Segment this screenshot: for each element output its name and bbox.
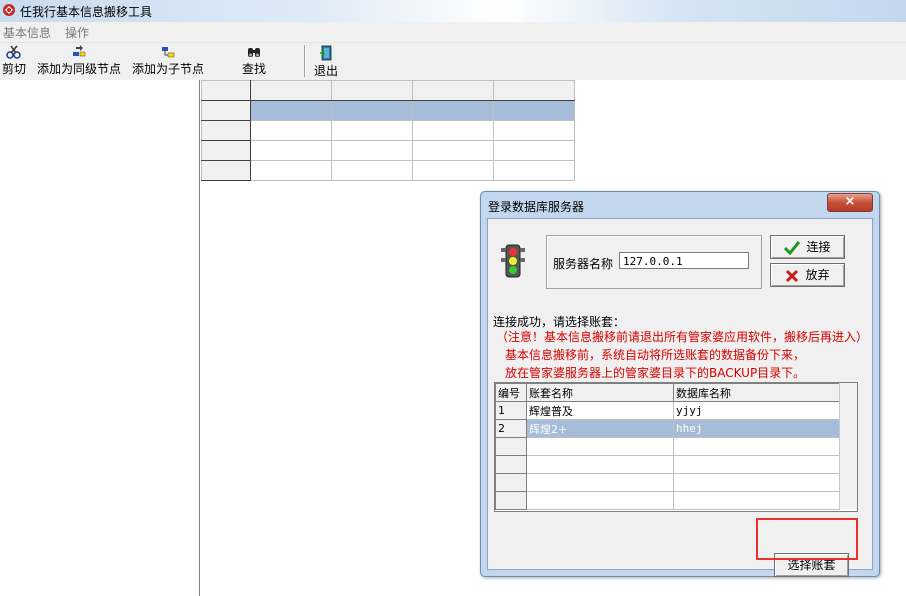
grid-cell[interactable] xyxy=(331,100,413,121)
grid-cell[interactable] xyxy=(412,160,494,181)
add-sibling-node-icon xyxy=(73,45,86,57)
row-num: 1 xyxy=(495,401,527,420)
warning-line-3: 放在管家婆服务器上的管家婆目录下的BACKUP目录下。 xyxy=(505,366,806,380)
grid-header-cell[interactable] xyxy=(493,80,575,101)
grid-cell[interactable] xyxy=(250,120,332,141)
vertical-scrollbar[interactable] xyxy=(839,383,857,509)
select-account-label: 选择账套 xyxy=(787,558,836,572)
traffic-light-icon xyxy=(501,244,525,278)
add-child-node-button[interactable]: 添加为子节点 xyxy=(132,45,204,77)
table-row[interactable]: 1 辉煌普及 yjyj xyxy=(495,401,840,420)
exit-door-icon xyxy=(320,45,332,61)
account-name-cell[interactable] xyxy=(526,473,674,492)
cut-button[interactable]: 剪切 xyxy=(2,45,26,77)
abandon-label: 放弃 xyxy=(805,268,830,282)
account-name-cell[interactable]: 辉煌普及 xyxy=(526,401,674,420)
add-sibling-node-label: 添加为同级节点 xyxy=(37,62,122,76)
account-name-cell[interactable] xyxy=(526,491,674,510)
data-grid[interactable] xyxy=(201,80,575,181)
grid-cell[interactable] xyxy=(412,120,494,141)
table-row[interactable] xyxy=(495,455,840,474)
window-title: 任我行基本信息搬移工具 xyxy=(20,5,153,19)
account-name-cell[interactable] xyxy=(526,455,674,474)
tree-panel[interactable] xyxy=(0,80,200,596)
add-child-node-icon xyxy=(162,47,175,58)
cut-label: 剪切 xyxy=(2,62,27,76)
grid-cell[interactable] xyxy=(331,160,413,181)
exit-label: 退出 xyxy=(314,64,339,78)
grid-corner-cell xyxy=(201,80,251,101)
col-header-account-name: 账套名称 xyxy=(526,383,674,402)
app-icon xyxy=(3,4,15,16)
grid-header-cell[interactable] xyxy=(412,80,494,101)
find-label: 查找 xyxy=(242,62,267,76)
add-sibling-node-button[interactable]: 添加为同级节点 xyxy=(37,45,121,77)
account-name-cell[interactable] xyxy=(526,437,674,456)
db-name-cell[interactable]: hhej xyxy=(673,419,840,438)
table-row[interactable] xyxy=(495,491,840,510)
highlight-annotation-box xyxy=(756,518,858,560)
account-table[interactable]: 编号 账套名称 数据库名称 1 辉煌普及 yjyj 2 辉煌2+ hhej xyxy=(494,382,858,512)
toolbar-separator xyxy=(304,45,306,77)
close-button[interactable]: × xyxy=(827,193,873,212)
grid-cell[interactable] xyxy=(250,100,332,121)
close-icon: × xyxy=(844,194,856,209)
dialog-title: 登录数据库服务器 xyxy=(488,200,585,214)
toolbar: 剪切 添加为同级节点 添加为子节点 查找 退出 xyxy=(0,42,906,81)
login-db-server-dialog: 登录数据库服务器 × 服务器名称 127.0.0.1 连接 放弃 连接成功，请选… xyxy=(480,191,880,577)
row-num xyxy=(495,455,527,474)
row-num xyxy=(495,491,527,510)
grid-cell[interactable] xyxy=(331,120,413,141)
binoculars-icon xyxy=(248,48,260,57)
add-child-node-label: 添加为子节点 xyxy=(132,62,205,76)
account-name-cell[interactable]: 辉煌2+ xyxy=(526,419,674,438)
title-bar: 任我行基本信息搬移工具 xyxy=(0,0,906,22)
grid-cell[interactable] xyxy=(331,140,413,161)
cross-icon xyxy=(786,269,799,282)
grid-row-header[interactable] xyxy=(201,160,251,181)
table-row[interactable]: 2 辉煌2+ hhej xyxy=(495,419,840,438)
connect-label: 连接 xyxy=(806,240,831,254)
server-name-input[interactable]: 127.0.0.1 xyxy=(619,252,749,269)
db-name-cell[interactable] xyxy=(673,437,840,456)
grid-header-cell[interactable] xyxy=(331,80,413,101)
grid-cell[interactable] xyxy=(412,140,494,161)
db-name-cell[interactable] xyxy=(673,455,840,474)
grid-row-header[interactable] xyxy=(201,140,251,161)
exit-button[interactable]: 退出 xyxy=(314,45,338,79)
table-row[interactable] xyxy=(495,437,840,456)
db-name-cell[interactable] xyxy=(673,491,840,510)
warning-line-1: （注意！基本信息搬移前请退出所有管家婆应用软件，搬移后再进入） xyxy=(496,330,869,344)
menu-bar: 基本信息 操作 xyxy=(0,22,906,42)
warning-line-2: 基本信息搬移前，系统自动将所选账套的数据备份下来， xyxy=(505,348,806,362)
grid-cell[interactable] xyxy=(250,140,332,161)
menu-basic-info[interactable]: 基本信息 xyxy=(3,24,51,41)
grid-cell[interactable] xyxy=(493,120,575,141)
row-num xyxy=(495,473,527,492)
db-name-cell[interactable]: yjyj xyxy=(673,401,840,420)
col-header-num: 编号 xyxy=(495,383,527,402)
account-grid[interactable]: 编号 账套名称 数据库名称 1 辉煌普及 yjyj 2 辉煌2+ hhej xyxy=(495,383,840,510)
grid-row-header[interactable] xyxy=(201,120,251,141)
row-num xyxy=(495,437,527,456)
abandon-button[interactable]: 放弃 xyxy=(770,263,845,287)
col-header-db-name: 数据库名称 xyxy=(673,383,840,402)
menu-operation[interactable]: 操作 xyxy=(65,24,89,41)
cut-icon xyxy=(6,45,21,59)
db-name-cell[interactable] xyxy=(673,473,840,492)
grid-row-header[interactable] xyxy=(201,100,251,121)
table-row[interactable] xyxy=(495,473,840,492)
server-group: 服务器名称 127.0.0.1 xyxy=(546,235,762,289)
grid-cell[interactable] xyxy=(493,140,575,161)
check-icon xyxy=(784,240,801,255)
server-name-label: 服务器名称 xyxy=(553,257,614,271)
grid-header-cell[interactable] xyxy=(250,80,332,101)
grid-cell[interactable] xyxy=(412,100,494,121)
connect-button[interactable]: 连接 xyxy=(770,235,845,259)
row-num: 2 xyxy=(495,419,527,438)
grid-cell[interactable] xyxy=(493,100,575,121)
grid-cell[interactable] xyxy=(250,160,332,181)
find-button[interactable]: 查找 xyxy=(242,45,266,77)
grid-cell[interactable] xyxy=(493,160,575,181)
